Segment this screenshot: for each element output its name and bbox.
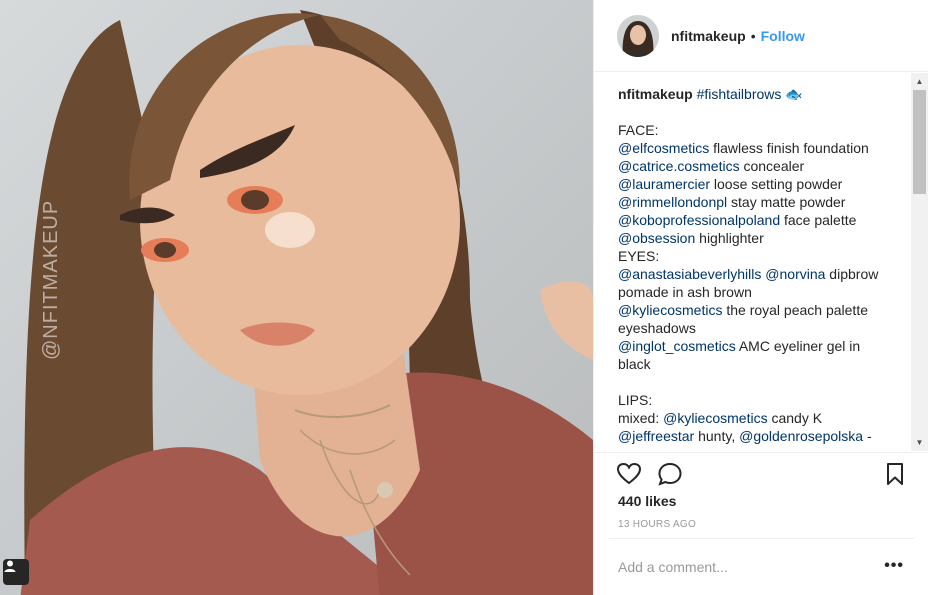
caption-first-line: nfitmakeup #fishtailbrows 🐟 (618, 85, 888, 103)
hashtag-link[interactable]: #fishtailbrows (697, 86, 782, 102)
caption-line: @obsession highlighter (618, 229, 888, 247)
caption-line (618, 103, 888, 121)
caption-text: - (863, 428, 872, 444)
caption-line: @jeffreestar hunty, @goldenrosepolska - (618, 427, 888, 445)
mention-link[interactable]: @inglot_cosmetics (618, 338, 736, 354)
caption-line: @inglot_cosmetics AMC eyeliner gel in (618, 337, 888, 355)
mention-link[interactable]: @lauramercier (618, 176, 710, 192)
caption-line: @catrice.cosmetics concealer (618, 157, 888, 175)
user-tag-icon[interactable] (3, 559, 29, 585)
caption-text: pomade in ash brown (618, 284, 752, 300)
caption-line: EYES: (618, 247, 888, 265)
caption-text: EYES: (618, 248, 660, 264)
caption-line: @lauramercier loose setting powder (618, 175, 888, 193)
caption-line: LIPS: (618, 391, 888, 409)
caption-line: mixed: @kyliecosmetics candy K (618, 409, 888, 427)
caption-text: black (618, 356, 651, 372)
mention-link[interactable]: @anastasiabeverlyhills (618, 266, 761, 282)
mention-link[interactable]: @elfcosmetics (618, 140, 709, 156)
caption-line: eyeshadows (618, 319, 888, 337)
like-count[interactable]: 440 likes (618, 493, 676, 509)
caption-line: @rimmellondonpl stay matte powder (618, 193, 888, 211)
heart-icon[interactable] (616, 461, 642, 487)
caption-lines: FACE: @elfcosmetics flawless finish found… (618, 121, 888, 445)
caption-text: mixed: (618, 410, 664, 426)
caption-line (618, 373, 888, 391)
avatar[interactable] (617, 14, 659, 57)
mention-link[interactable]: @kyliecosmetics (618, 302, 722, 318)
post-sidebar: nfitmakeup • Follow nfitmakeup #fishtail… (593, 0, 928, 595)
speech-bubble-icon[interactable] (657, 461, 683, 487)
caption-text: face palette (780, 212, 857, 228)
follow-button[interactable]: Follow (761, 28, 805, 44)
fish-emoji: 🐟 (785, 86, 803, 102)
scroll-up-arrow-icon[interactable]: ▲ (911, 73, 928, 90)
caption-text: LIPS: (618, 392, 653, 408)
comment-input[interactable] (618, 558, 868, 575)
caption-text: flawless finish foundation (709, 140, 869, 156)
caption-line: @anastasiabeverlyhills @norvina dipbrow (618, 265, 888, 283)
caption-text: the royal peach palette (722, 302, 868, 318)
post-timestamp[interactable]: 13 HOURS AGO (618, 519, 696, 530)
scrollbar-thumb[interactable] (913, 90, 926, 194)
caption: nfitmakeup #fishtailbrows 🐟 FACE: @elfcos… (618, 85, 888, 445)
bookmark-icon[interactable] (882, 461, 908, 487)
header-separator: • (750, 27, 756, 44)
caption-scroll-area[interactable]: nfitmakeup #fishtailbrows 🐟 FACE: @elfcos… (594, 73, 928, 451)
caption-text: FACE: (618, 122, 659, 138)
caption-text: loose setting powder (710, 176, 843, 192)
caption-text: highlighter (695, 230, 764, 246)
comment-bar: ••• (609, 538, 914, 594)
more-options-icon[interactable]: ••• (884, 557, 904, 575)
mention-link[interactable]: @jeffreestar (618, 428, 694, 444)
caption-text: AMC eyeliner gel in (735, 338, 861, 354)
caption-text: stay matte powder (727, 194, 846, 210)
caption-text: candy K (767, 410, 823, 426)
caption-text: concealer (739, 158, 805, 174)
caption-text: eyeshadows (618, 320, 696, 336)
caption-text: dipbrow (825, 266, 879, 282)
mention-link[interactable]: @koboprofessionalpoland (618, 212, 780, 228)
action-bar (594, 452, 928, 492)
post-photo[interactable]: @NFITMAKEUP (0, 0, 593, 595)
mention-link[interactable]: @obsession (618, 230, 695, 246)
scroll-down-arrow-icon[interactable]: ▼ (911, 434, 928, 451)
photo-watermark: @NFITMAKEUP (40, 199, 62, 360)
caption-line: @kyliecosmetics the royal peach palette (618, 301, 888, 319)
mention-link[interactable]: @goldenrosepolska (739, 428, 863, 444)
mention-link[interactable]: @norvina (765, 266, 825, 282)
caption-line: FACE: (618, 121, 888, 139)
portrait-illustration (20, 10, 593, 595)
mention-link[interactable]: @rimmellondonpl (618, 194, 727, 210)
caption-line: @elfcosmetics flawless finish foundation (618, 139, 888, 157)
header-username-link[interactable]: nfitmakeup (671, 28, 746, 44)
post-header: nfitmakeup • Follow (594, 0, 928, 72)
mention-link[interactable]: @kyliecosmetics (663, 410, 767, 426)
caption-text: hunty, (694, 428, 740, 444)
caption-scrollbar[interactable]: ▲ ▼ (911, 73, 928, 451)
caption-username-link[interactable]: nfitmakeup (618, 86, 693, 102)
caption-line: black (618, 355, 888, 373)
caption-line: pomade in ash brown (618, 283, 888, 301)
mention-link[interactable]: @catrice.cosmetics (618, 158, 740, 174)
caption-line: @koboprofessionalpoland face palette (618, 211, 888, 229)
